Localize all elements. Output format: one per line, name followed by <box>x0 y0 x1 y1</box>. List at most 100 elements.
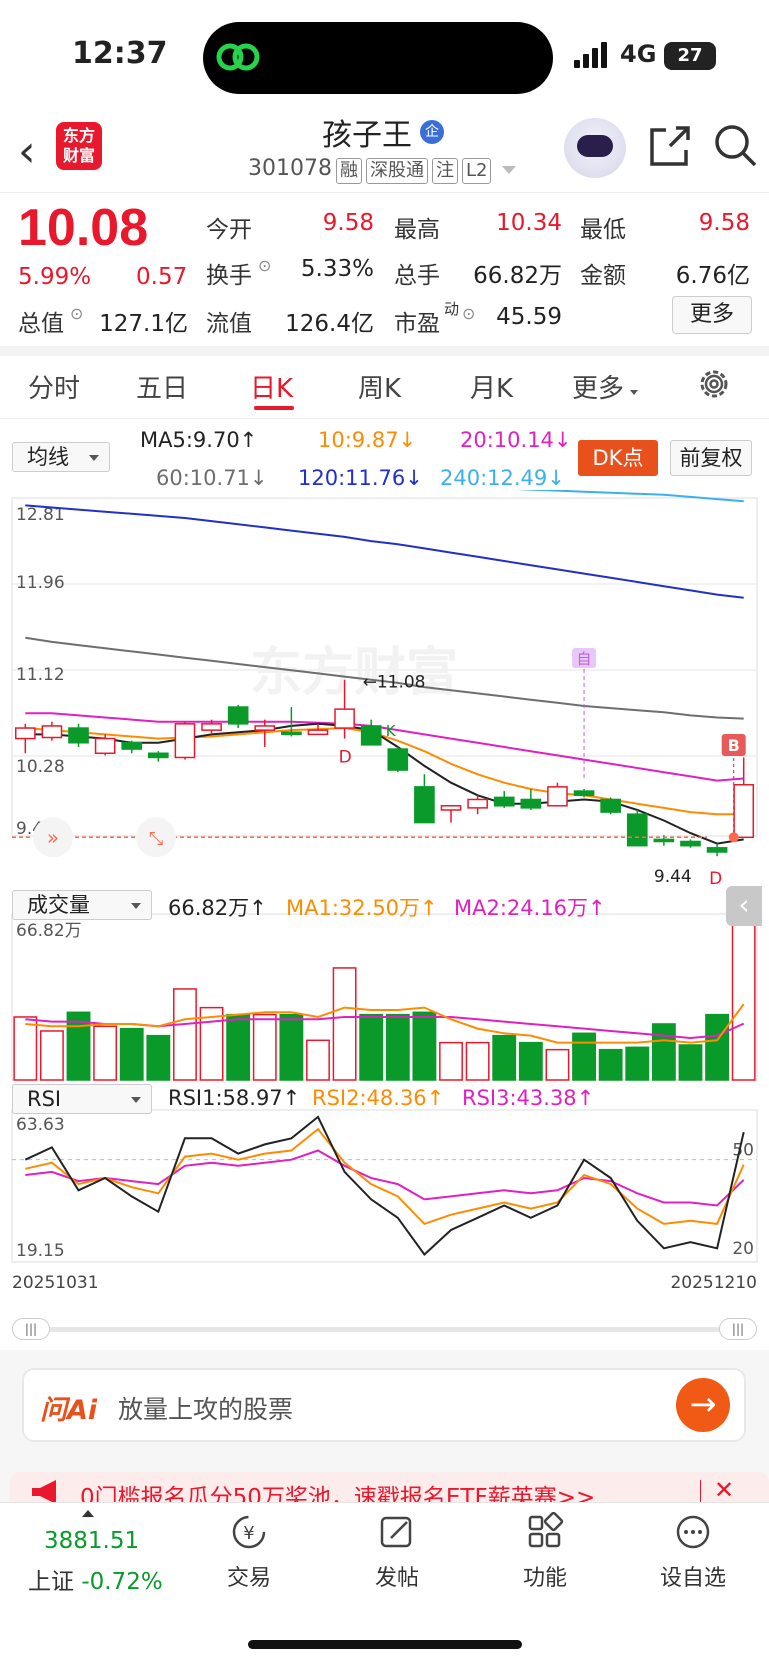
low-value: 9.58 <box>698 210 750 236</box>
active-tab-indicator <box>254 406 294 410</box>
volume-bar <box>332 967 357 1081</box>
pe-value: 45.59 <box>496 304 562 330</box>
price-axis-tick: 11.96 <box>16 573 65 593</box>
candle-body <box>387 748 409 771</box>
nav-apps[interactable]: 功能 <box>490 1511 600 1592</box>
tag-registered: 注 <box>432 158 458 184</box>
pe-sup: 动 <box>444 300 460 318</box>
info-icon[interactable]: ⊙ <box>462 304 475 323</box>
ma60-legend: 60:10.71↓ <box>156 466 268 490</box>
search-icon[interactable] <box>714 124 758 168</box>
ma10-line <box>25 726 744 816</box>
info-icon[interactable]: ⊙ <box>70 304 83 323</box>
back-icon[interactable]: ‹ <box>18 126 36 177</box>
indicator-select-rsi[interactable]: RSI <box>12 1084 152 1114</box>
gear-icon[interactable] <box>696 366 732 402</box>
volume-bar <box>39 1030 64 1081</box>
indicator-select-volume[interactable]: 成交量 <box>12 890 152 920</box>
collapse-panel-icon[interactable]: ‹ <box>726 886 762 926</box>
nav-apps-label: 功能 <box>522 1566 567 1591</box>
volume-bar <box>492 1034 517 1081</box>
watermark: 东方财富 <box>250 643 458 703</box>
candle-body <box>600 798 621 813</box>
index-value[interactable]: 3881.51 <box>44 1528 139 1554</box>
status-time: 12:37 <box>72 36 168 71</box>
ma240-legend: 240:12.49↓ <box>440 466 565 490</box>
volume-label: 总手 <box>394 263 440 289</box>
volume-bar <box>572 1032 596 1081</box>
rsi1-line <box>24 1115 745 1256</box>
chart-range-scrollbar[interactable]: ||| ||| <box>12 1318 757 1340</box>
float-mv-label: 流值 <box>206 311 252 337</box>
signal-icon <box>574 42 607 68</box>
nav-post[interactable]: 发帖 <box>342 1512 452 1592</box>
open-label: 今开 <box>206 217 252 243</box>
double-arrow-icon: » <box>47 825 59 849</box>
share-icon[interactable] <box>648 124 692 168</box>
chevron-down-icon[interactable] <box>502 166 516 174</box>
volume-bar <box>173 988 197 1081</box>
ma20-legend: 20:10.14↓ <box>460 428 572 452</box>
candle-body <box>547 786 568 807</box>
volume-bar <box>439 1041 463 1081</box>
dk-point-button[interactable]: DK点 <box>578 440 658 476</box>
expand-arrow-icon: ⤡ <box>149 828 163 849</box>
chevron-up-icon[interactable] <box>82 1510 94 1517</box>
candle-body <box>254 725 276 731</box>
candle-body <box>520 798 542 809</box>
turnover-label: 换手 <box>206 263 252 289</box>
adjust-button[interactable]: 前复权 <box>670 440 752 476</box>
price-axis-tick: 11.12 <box>16 665 65 685</box>
amount-label: 金额 <box>580 263 626 289</box>
price-dot <box>728 832 739 843</box>
tab-daily-k[interactable]: 日K <box>250 368 293 405</box>
tab-more[interactable]: 更多 <box>572 368 624 405</box>
candle-body <box>440 805 462 811</box>
date-start: 20251031 <box>12 1273 99 1293</box>
volume-bar <box>651 1023 676 1081</box>
arrow-right-icon[interactable]: → <box>676 1378 730 1432</box>
volume-bar <box>598 1048 623 1081</box>
total-mv-label: 总值 <box>18 311 64 337</box>
candle-body <box>41 725 63 739</box>
more-button[interactable]: 更多 <box>672 296 752 334</box>
volume-bar <box>678 1044 703 1081</box>
range-left-handle[interactable]: ||| <box>12 1318 50 1340</box>
volume-bar <box>93 1025 118 1081</box>
stock-code: 301078 <box>248 156 332 181</box>
candle-body <box>653 838 675 843</box>
tab-intraday[interactable]: 分时 <box>28 368 80 405</box>
low-label: 最低 <box>580 217 626 243</box>
eastmoney-logo[interactable]: 东方财富 <box>56 122 102 170</box>
volume-bar <box>465 1041 490 1081</box>
ma240-line <box>516 490 744 503</box>
nav-trade[interactable]: ¥ 交易 <box>194 1512 304 1592</box>
turnover-value: 5.33% <box>300 256 374 282</box>
ask-ai-prompt[interactable]: 放量上攻的股票 <box>118 1390 293 1426</box>
volume-bar <box>412 1011 437 1081</box>
watchlist-icon <box>676 1515 710 1549</box>
index-name[interactable]: 上证 -0.72% <box>28 1562 163 1596</box>
close-icon[interactable]: ✕ <box>714 1476 734 1504</box>
network-type: 4G <box>620 40 657 68</box>
rsi-select-label: RSI <box>27 1087 62 1111</box>
nav-watchlist[interactable]: 设自选 <box>638 1512 748 1592</box>
tab-weekly-k[interactable]: 周K <box>358 368 401 405</box>
high-label: 最高 <box>394 217 440 243</box>
tab-monthly-k[interactable]: 月K <box>470 368 513 405</box>
rsi3-legend: RSI3:43.38↑ <box>462 1086 595 1110</box>
info-icon[interactable]: ⊙ <box>258 256 271 275</box>
rsi-axis-tick: 50 <box>732 1141 754 1161</box>
enterprise-badge: 企 <box>420 120 444 144</box>
tab-5day[interactable]: 五日 <box>136 368 188 405</box>
rsi2-legend: RSI2:48.36↑ <box>312 1086 445 1110</box>
volume-bar <box>359 1013 384 1081</box>
marker-d: D <box>339 748 352 768</box>
rsi-axis-tick: 63.63 <box>16 1115 65 1135</box>
amount-value: 6.76亿 <box>675 263 750 289</box>
price-axis-tick: 10.28 <box>16 757 65 777</box>
range-right-handle[interactable]: ||| <box>719 1318 757 1340</box>
indicator-select-ma[interactable]: 均线 <box>12 442 110 472</box>
pe-label: 市盈 <box>394 311 440 337</box>
apps-icon <box>528 1511 564 1548</box>
